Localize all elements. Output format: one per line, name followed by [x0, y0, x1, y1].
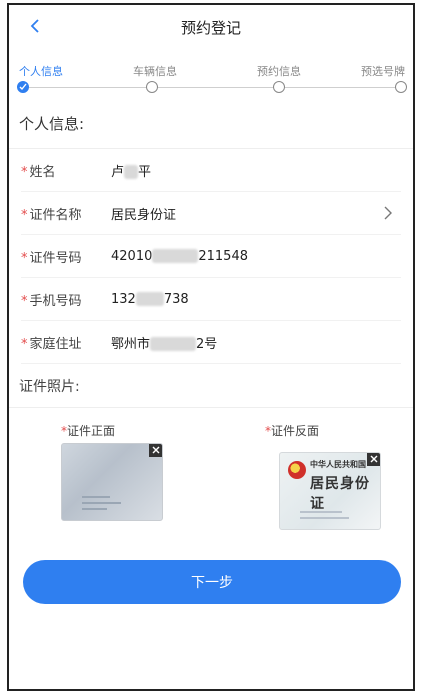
id-card-back-image[interactable]: 中华人民共和国 居民身份证: [279, 452, 381, 530]
field-value: 居民身份证: [111, 207, 177, 223]
nav-bar: 预约登记: [9, 5, 413, 49]
page-title: 预约登记: [180, 18, 241, 37]
field-value: 鄂州市 2号: [111, 336, 218, 352]
field-label: * 手机号码: [21, 293, 82, 309]
photos-section-title: 证件照片:: [9, 364, 413, 408]
redaction-blur: [150, 337, 197, 351]
field-label: * 证件名称: [21, 207, 82, 223]
field-label: * 家庭住址: [21, 336, 82, 352]
photo-front-label: *证件正面: [61, 424, 116, 438]
step-indicator: 个人信息 车辆信息 预约信息 预选号牌: [9, 49, 413, 99]
photo-back-label: *证件反面: [265, 424, 320, 438]
field-id-number[interactable]: * 证件号码 42010 211548: [21, 235, 401, 278]
personal-section-title: 个人信息:: [9, 99, 413, 149]
id-photos: *证件正面 *证件反面 中华人民共和国 居民身份证: [9, 408, 413, 538]
field-id-type[interactable]: * 证件名称 居民身份证: [21, 192, 401, 235]
chevron-left-icon: [30, 19, 39, 33]
redaction-blur: [152, 249, 199, 263]
field-value: 42010 211548: [111, 248, 248, 264]
back-button[interactable]: [23, 14, 47, 38]
field-value: 卢平: [111, 164, 152, 180]
step-label-plate[interactable]: 预选号牌: [361, 63, 405, 79]
card-text-lines: [300, 507, 370, 519]
phone-frame: 预约登记 个人信息 车辆信息 预约信息 预选号牌 个人信息: * 姓名 卢平 * 证…: [7, 3, 415, 691]
step-dot-plate: [395, 81, 407, 93]
step-dot-personal: [17, 81, 29, 93]
field-label: * 姓名: [21, 164, 56, 180]
photo-back: *证件反面 中华人民共和国 居民身份证: [265, 422, 381, 530]
redaction-blur: [135, 292, 164, 306]
next-step-button[interactable]: 下一步: [23, 560, 401, 604]
field-name[interactable]: * 姓名 卢平: [21, 149, 401, 192]
redaction-blur: [124, 165, 139, 179]
close-icon: [152, 446, 160, 454]
step-dot-vehicle: [146, 81, 158, 93]
close-icon: [370, 455, 378, 463]
remove-back-photo-button[interactable]: [367, 453, 380, 466]
national-emblem-icon: [288, 461, 306, 479]
step-track: [21, 87, 401, 88]
check-icon: [19, 83, 27, 91]
field-value: 132 738: [111, 291, 189, 307]
step-label-appointment[interactable]: 预约信息: [257, 63, 301, 79]
step-label-personal[interactable]: 个人信息: [19, 63, 63, 79]
field-address[interactable]: * 家庭住址 鄂州市 2号: [21, 321, 401, 364]
card-text-lines: [82, 492, 152, 510]
step-label-vehicle[interactable]: 车辆信息: [133, 63, 177, 79]
chevron-right-icon: [384, 206, 392, 220]
photo-front: *证件正面: [61, 422, 163, 521]
id-card-front-image[interactable]: [61, 443, 163, 521]
card-issuer-text: 中华人民共和国: [310, 460, 366, 469]
field-phone[interactable]: * 手机号码 132 738: [21, 278, 401, 321]
remove-front-photo-button[interactable]: [149, 444, 162, 457]
field-label: * 证件号码: [21, 250, 82, 266]
step-dot-appointment: [273, 81, 285, 93]
